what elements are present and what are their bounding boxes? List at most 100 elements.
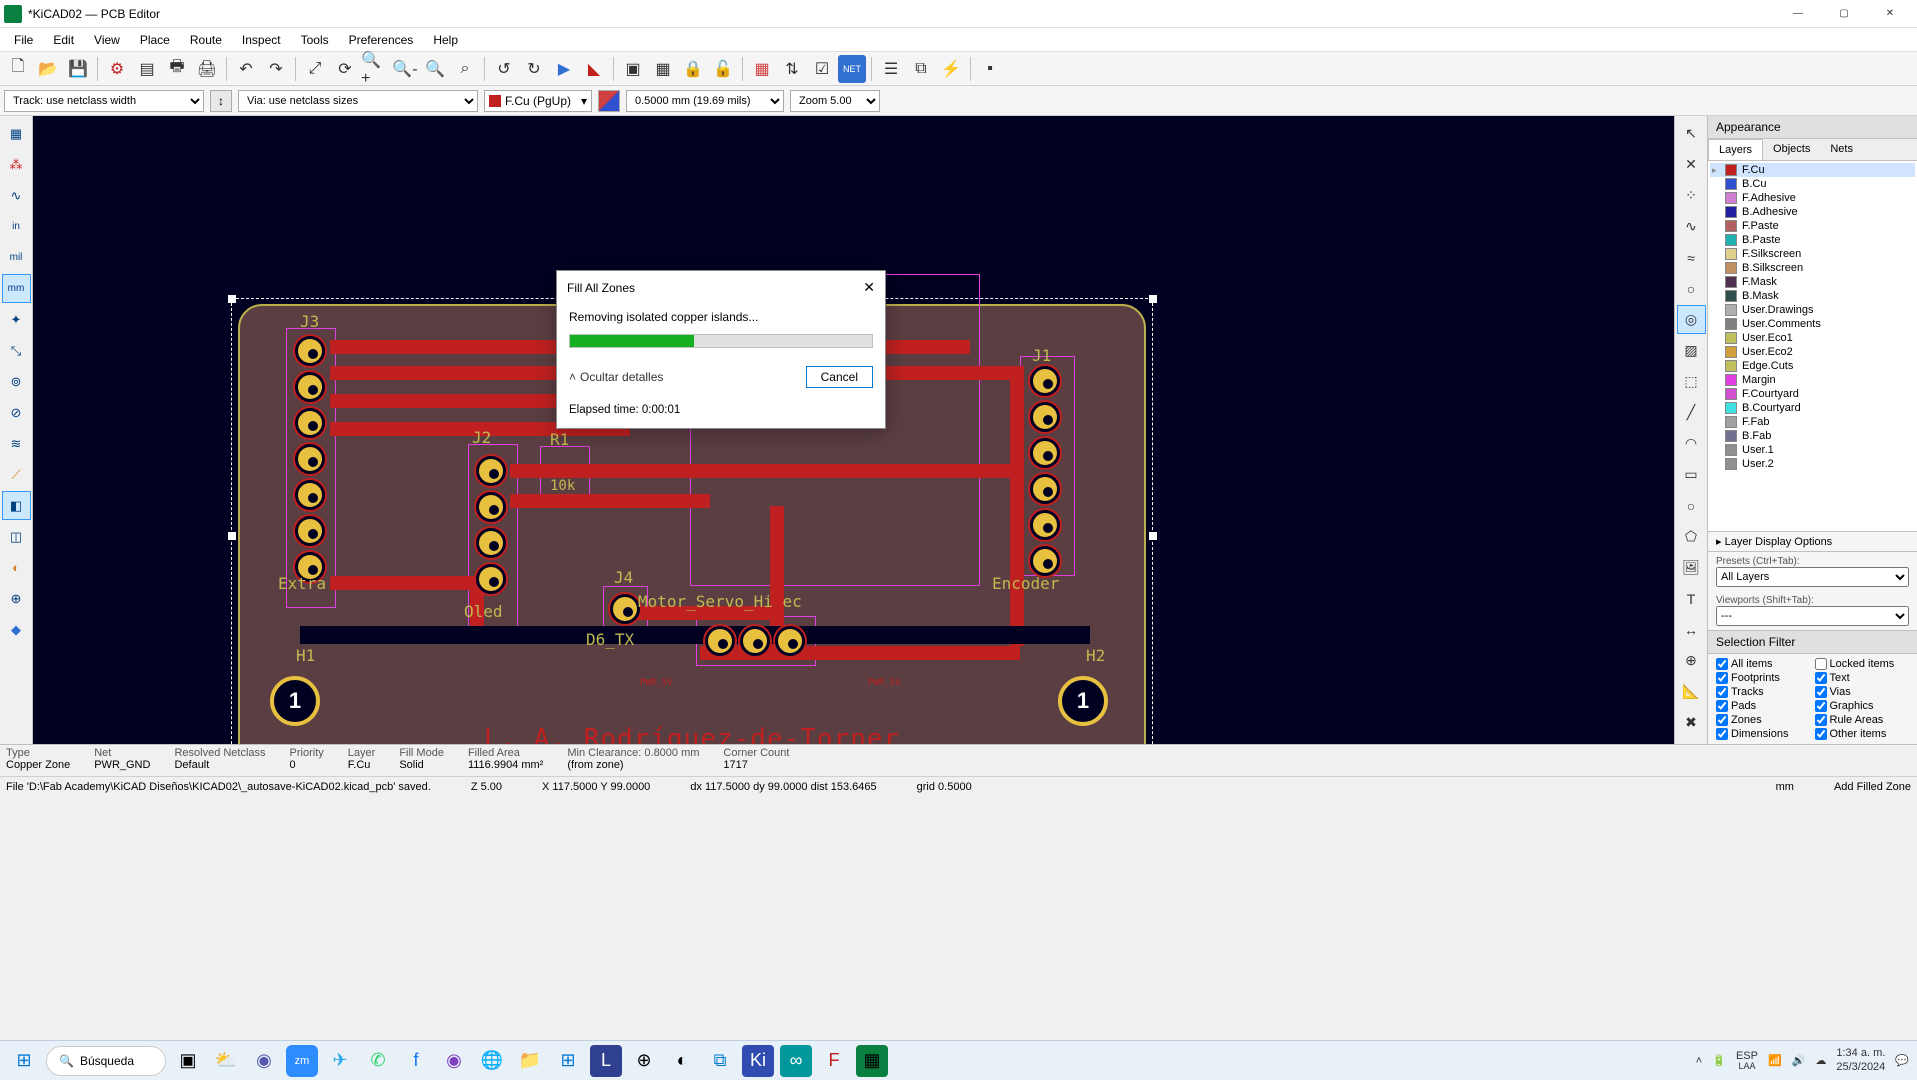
presets-select[interactable]: All Layers [1716, 567, 1909, 587]
filter-tracks[interactable]: Tracks [1716, 686, 1811, 698]
show-zones-icon[interactable]: ⟋ [2, 460, 31, 489]
selection-handle[interactable] [228, 295, 236, 303]
track-width-select[interactable]: Track: use netclass width [4, 90, 204, 112]
menu-help[interactable]: Help [423, 29, 468, 51]
filter-pads[interactable]: Pads [1716, 700, 1811, 712]
grid-select[interactable]: 0.5000 mm (19.69 mils) [626, 90, 784, 112]
menu-preferences[interactable]: Preferences [339, 29, 424, 51]
cloud-icon[interactable]: ☁ [1815, 1054, 1826, 1067]
add-rule-area-icon[interactable]: ⬚ [1677, 367, 1706, 396]
rotate-cw-icon[interactable]: ↻ [520, 55, 548, 83]
tray-chevron-icon[interactable]: ˄ [1696, 1055, 1702, 1067]
units-in-icon[interactable]: in [2, 212, 31, 241]
teams-icon[interactable]: ◉ [248, 1045, 280, 1077]
delete-icon[interactable]: ✖ [1677, 708, 1706, 737]
layer-row[interactable]: ▸F.Cu [1710, 163, 1915, 177]
viewports-select[interactable]: --- [1716, 606, 1909, 626]
zoom-fit-icon[interactable]: ⤢ [301, 55, 329, 83]
filter-text[interactable]: Text [1815, 672, 1910, 684]
app-icon-3[interactable]: ⊕ [628, 1045, 660, 1077]
open-icon[interactable]: 📂 [34, 55, 62, 83]
tab-objects[interactable]: Objects [1763, 139, 1820, 160]
layers-manager-icon[interactable]: ☰ [877, 55, 905, 83]
menu-inspect[interactable]: Inspect [232, 29, 291, 51]
tab-nets[interactable]: Nets [1820, 139, 1863, 160]
layers-icon[interactable]: ◆ [2, 615, 31, 644]
show-pads-icon[interactable]: ⊚ [2, 367, 31, 396]
add-via-icon[interactable]: ◎ [1677, 305, 1706, 334]
units-mil-icon[interactable]: mil [2, 243, 31, 272]
update-pcb-icon[interactable]: ⇅ [778, 55, 806, 83]
drc-icon[interactable]: ☑ [808, 55, 836, 83]
draw-line-icon[interactable]: ╱ [1677, 398, 1706, 427]
tune-length-icon[interactable]: ○ [1677, 274, 1706, 303]
maximize-button[interactable]: ▢ [1821, 0, 1867, 28]
filter-vias[interactable]: Vias [1815, 686, 1910, 698]
page-settings-icon[interactable]: ▤ [133, 55, 161, 83]
add-zone-icon[interactable]: ▨ [1677, 336, 1706, 365]
plot-icon[interactable]: 🖶 [163, 55, 191, 83]
selection-handle[interactable] [1149, 532, 1157, 540]
pcbnew-icon[interactable]: ▦ [856, 1045, 888, 1077]
console-icon[interactable]: ▪ [976, 55, 1004, 83]
layer-row[interactable]: B.Fab [1710, 429, 1915, 443]
weather-icon[interactable]: ⛅ [210, 1045, 242, 1077]
3d-viewer-icon[interactable]: ⧉ [907, 55, 935, 83]
filter-locked-items[interactable]: Locked items [1815, 658, 1910, 670]
menu-tools[interactable]: Tools [291, 29, 339, 51]
telegram-icon[interactable]: ✈ [324, 1045, 356, 1077]
layer-pair-icon[interactable] [598, 90, 620, 112]
filter-zones[interactable]: Zones [1716, 714, 1811, 726]
draw-arc-icon[interactable]: ◠ [1677, 429, 1706, 458]
battery-icon[interactable]: 🔋 [1712, 1054, 1726, 1067]
contrast-icon[interactable]: ◐ [2, 553, 31, 582]
selection-handle[interactable] [228, 532, 236, 540]
zoom-window-icon[interactable]: 🔍 [421, 55, 449, 83]
start-icon[interactable]: ⊞ [8, 1045, 40, 1077]
footprint-editor-icon[interactable]: ▦ [748, 55, 776, 83]
full-crosshair-icon[interactable]: ⤡ [2, 336, 31, 365]
zoom-select-icon[interactable]: ⌕ [451, 55, 479, 83]
notifications-icon[interactable]: 💬 [1895, 1054, 1909, 1067]
details-toggle[interactable]: ˄Ocultar detalles [569, 370, 806, 384]
net-highlight-icon[interactable]: NET [838, 55, 866, 83]
filter-all-items[interactable]: All items [1716, 658, 1811, 670]
volume-icon[interactable]: 🔊 [1792, 1054, 1806, 1067]
layer-row[interactable]: B.Adhesive [1710, 205, 1915, 219]
flip-v-icon[interactable]: ◣ [580, 55, 608, 83]
redo-icon[interactable]: ↷ [262, 55, 290, 83]
measure-icon[interactable]: 📐 [1677, 677, 1706, 706]
app-icon-4[interactable]: ◐ [666, 1045, 698, 1077]
zoom-in-icon[interactable]: 🔍+ [361, 55, 389, 83]
curved-ratsnest-icon[interactable]: ∿ [2, 181, 31, 210]
layer-list[interactable]: ▸F.CuB.CuF.AdhesiveB.AdhesiveF.PasteB.Pa… [1708, 161, 1917, 531]
flip-board-icon[interactable]: ⊕ [2, 584, 31, 613]
menu-edit[interactable]: Edit [43, 29, 84, 51]
zone-display-filled-icon[interactable]: ◧ [2, 491, 31, 520]
highlight-net-icon[interactable]: ✕ [1677, 150, 1706, 179]
layer-row[interactable]: User.Eco1 [1710, 331, 1915, 345]
taskbar-search[interactable]: 🔍 Búsqueda [46, 1046, 166, 1076]
selection-handle[interactable] [1149, 295, 1157, 303]
layer-row[interactable]: F.Paste [1710, 219, 1915, 233]
board-setup-icon[interactable]: ⚙ [103, 55, 131, 83]
layer-row[interactable]: Edge.Cuts [1710, 359, 1915, 373]
zoom-select[interactable]: Zoom 5.00 [790, 90, 880, 112]
menu-file[interactable]: File [4, 29, 43, 51]
menu-place[interactable]: Place [130, 29, 180, 51]
rotate-ccw-icon[interactable]: ↺ [490, 55, 518, 83]
vscode-icon[interactable]: ⧉ [704, 1045, 736, 1077]
layer-row[interactable]: F.Mask [1710, 275, 1915, 289]
local-ratsnest-icon[interactable]: ⁘ [1677, 181, 1706, 210]
pcb-canvas[interactable]: 1 1 J3 J2 R1 10k J4 J1 Extra Oled D6_TX … [33, 116, 1674, 744]
facebook-icon[interactable]: f [400, 1045, 432, 1077]
taskbar-clock[interactable]: 1:34 a. m. 25/3/2024 [1836, 1047, 1885, 1073]
chrome-icon[interactable]: 🌐 [476, 1045, 508, 1077]
save-icon[interactable]: 💾 [64, 55, 92, 83]
set-origin-icon[interactable]: ⊕ [1677, 646, 1706, 675]
draw-poly-icon[interactable]: ⬠ [1677, 522, 1706, 551]
zone-display-outline-icon[interactable]: ◫ [2, 522, 31, 551]
layer-row[interactable]: User.Eco2 [1710, 345, 1915, 359]
layer-display-options[interactable]: Layer Display Options [1725, 536, 1833, 548]
polar-coords-icon[interactable]: ✦ [2, 305, 31, 334]
